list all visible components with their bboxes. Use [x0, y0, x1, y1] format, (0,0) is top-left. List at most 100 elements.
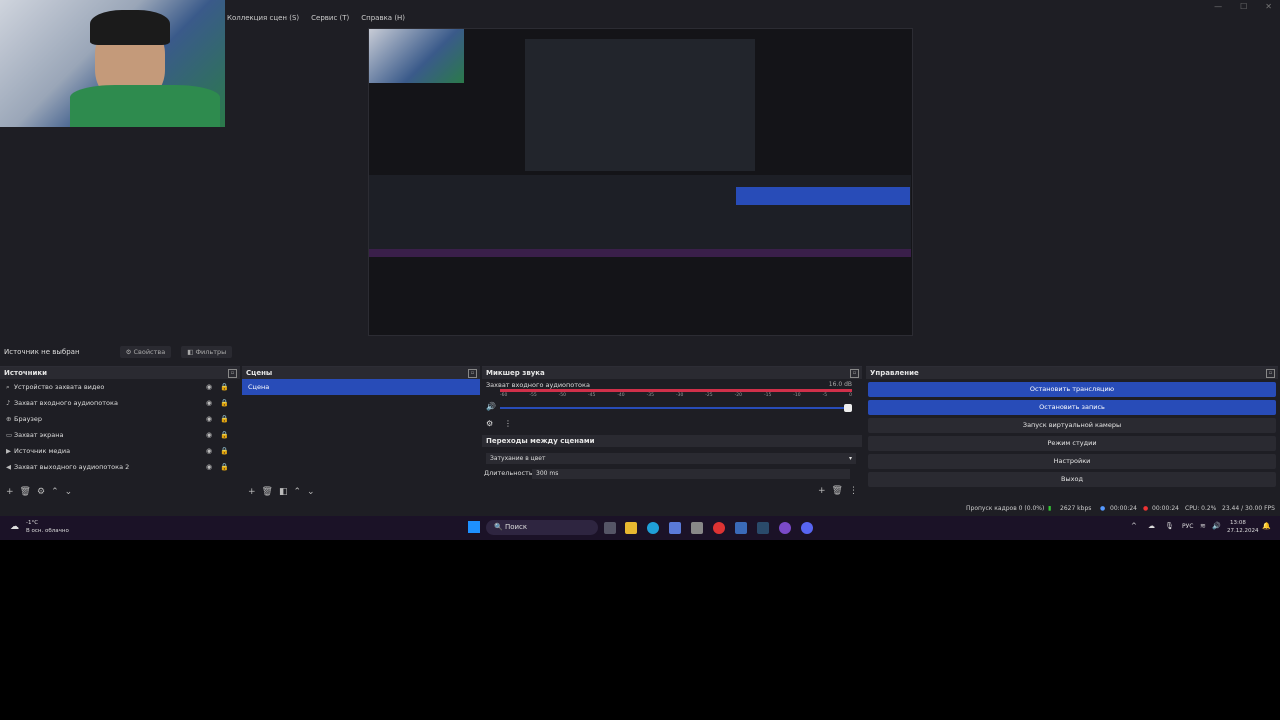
language-indicator[interactable]: РУС	[1182, 523, 1193, 530]
volume-tray-icon[interactable]: 🔊	[1212, 522, 1221, 530]
source-item[interactable]: ▭ Захват экрана ◉ 🔒	[0, 427, 240, 443]
source-item[interactable]: ⊕ Браузер ◉ 🔒	[0, 411, 240, 427]
search-box[interactable]: 🔍 Поиск	[486, 520, 598, 535]
transition-select[interactable]: Затухание в цвет ▾	[486, 453, 856, 464]
transitions-title: Переходы между сценами	[482, 435, 862, 447]
filters-button[interactable]: ◧ Фильтры	[181, 346, 233, 358]
properties-button[interactable]: ⚙ Свойства	[119, 346, 172, 358]
meter-tick-label: -40	[617, 393, 625, 398]
lock-icon[interactable]: 🔒	[220, 395, 229, 411]
properties-label: Свойства	[133, 348, 166, 356]
mixer-gear-icon[interactable]: ⚙	[486, 419, 493, 428]
store-icon[interactable]	[669, 522, 681, 534]
control-button[interactable]: Режим студии	[868, 436, 1276, 451]
wifi-icon[interactable]: ≋	[1200, 522, 1206, 530]
menu-scene-collection[interactable]: Коллекция сцен (S)	[225, 14, 301, 22]
dock-undock-icon[interactable]: ▫	[228, 369, 237, 378]
eye-icon[interactable]: ◉	[206, 427, 212, 443]
scenes-toolbar: + 🗑 ◧ ⌃ ⌄	[242, 485, 315, 499]
preview-webcam-thumb	[369, 29, 464, 83]
dock-undock-icon[interactable]: ▫	[1266, 369, 1275, 378]
edge-icon[interactable]	[647, 522, 659, 534]
lock-icon[interactable]: 🔒	[220, 427, 229, 443]
volume-slider-handle[interactable]	[844, 404, 852, 412]
preview-canvas[interactable]	[368, 28, 913, 336]
remove-scene-icon[interactable]: 🗑	[262, 487, 273, 497]
minimize-button[interactable]: —	[1214, 2, 1222, 11]
add-transition-icon[interactable]: +	[818, 486, 826, 496]
meter-tick-label: -25	[705, 393, 713, 398]
control-button[interactable]: Выход	[868, 472, 1276, 487]
speaker-icon: ◀	[6, 463, 11, 471]
browser-icon[interactable]	[713, 522, 725, 534]
meter-tick-label: -55	[529, 393, 537, 398]
meter-tick-label: -15	[763, 393, 772, 398]
weather-desc: В осн. облачно	[26, 528, 69, 534]
control-button[interactable]: Остановить трансляцию	[868, 382, 1276, 397]
source-toolbar: Источник не выбран ⚙ Свойства ◧ Фильтры	[0, 344, 1280, 360]
clock-time[interactable]: 13:08	[1230, 520, 1246, 526]
mixer-menu-icon[interactable]: ⋮	[504, 419, 512, 428]
dock-undock-icon[interactable]: ▫	[850, 369, 859, 378]
tray-chevron-icon[interactable]: ^	[1131, 522, 1137, 530]
add-scene-icon[interactable]: +	[248, 487, 256, 497]
gear-icon[interactable]: ⚙	[37, 487, 45, 497]
eye-icon[interactable]: ◉	[206, 379, 212, 395]
steam-icon[interactable]	[757, 522, 769, 534]
lock-icon[interactable]: 🔒	[220, 443, 229, 459]
task-view-icon[interactable]	[604, 522, 616, 534]
move-up-icon[interactable]: ⌃	[294, 487, 302, 497]
yandex-icon[interactable]	[779, 522, 791, 534]
volume-slider[interactable]	[500, 407, 852, 409]
play-icon: ▶	[6, 447, 11, 455]
app-icon-2[interactable]	[735, 522, 747, 534]
scene-item[interactable]: Сцена	[242, 379, 480, 395]
maximize-button[interactable]: ☐	[1240, 2, 1247, 11]
obs-window: Коллекция сцен (S) Сервис (T) Справка (H…	[0, 0, 1280, 540]
bitrate: 2627 kbps	[1060, 505, 1092, 512]
signal-icon: ▮	[1048, 505, 1052, 512]
source-label: Браузер	[14, 415, 42, 423]
weather-icon[interactable]: ☁	[10, 522, 19, 532]
move-down-icon[interactable]: ⌄	[65, 487, 73, 497]
add-source-icon[interactable]: +	[6, 487, 14, 497]
eye-icon[interactable]: ◉	[206, 443, 212, 459]
mic-tray-icon[interactable]: 🎙	[1165, 522, 1174, 530]
menu-tools[interactable]: Сервис (T)	[309, 14, 351, 22]
source-item[interactable]: ▶ Источник медиа ◉ 🔒	[0, 443, 240, 459]
source-item[interactable]: ♪ Захват входного аудиопотока ◉ 🔒	[0, 395, 240, 411]
lock-icon[interactable]: 🔒	[220, 411, 229, 427]
file-explorer-icon[interactable]	[625, 522, 637, 534]
move-up-icon[interactable]: ⌃	[51, 487, 59, 497]
transition-menu-icon[interactable]: ⋮	[849, 486, 858, 496]
scene-filters-icon[interactable]: ◧	[279, 487, 288, 497]
control-button[interactable]: Остановить запись	[868, 400, 1276, 415]
remove-transition-icon[interactable]: 🗑	[832, 486, 843, 496]
duration-input[interactable]: 300 ms	[532, 469, 850, 479]
eye-icon[interactable]: ◉	[206, 395, 212, 411]
lock-icon[interactable]: 🔒	[220, 379, 229, 395]
eye-icon[interactable]: ◉	[206, 459, 212, 475]
eye-icon[interactable]: ◉	[206, 411, 212, 427]
notifications-icon[interactable]: 🔔	[1262, 522, 1271, 530]
move-down-icon[interactable]: ⌄	[307, 487, 315, 497]
app-icon[interactable]	[691, 522, 703, 534]
source-label: Захват входного аудиопотока	[14, 399, 118, 407]
discord-icon[interactable]	[801, 522, 813, 534]
source-item[interactable]: ⌕ Устройство захвата видео ◉ 🔒	[0, 379, 240, 395]
menu-help[interactable]: Справка (H)	[359, 14, 407, 22]
remove-source-icon[interactable]: 🗑	[20, 487, 31, 497]
speaker-icon[interactable]: 🔊	[486, 402, 496, 411]
close-button[interactable]: ✕	[1265, 2, 1272, 11]
cloud-tray-icon[interactable]: ☁	[1148, 522, 1155, 530]
start-icon[interactable]	[468, 521, 480, 533]
control-button[interactable]: Запуск виртуальной камеры	[868, 418, 1276, 433]
filters-label: Фильтры	[195, 348, 227, 356]
control-button[interactable]: Настройки	[868, 454, 1276, 469]
source-item[interactable]: ◀ Захват выходного аудиопотока 2 ◉ 🔒	[0, 459, 240, 475]
lock-icon[interactable]: 🔒	[220, 459, 229, 475]
webcam-overlay	[0, 0, 225, 127]
dock-undock-icon[interactable]: ▫	[468, 369, 477, 378]
clock-date[interactable]: 27.12.2024	[1227, 528, 1259, 534]
weather-temp: -1°C	[26, 520, 39, 526]
